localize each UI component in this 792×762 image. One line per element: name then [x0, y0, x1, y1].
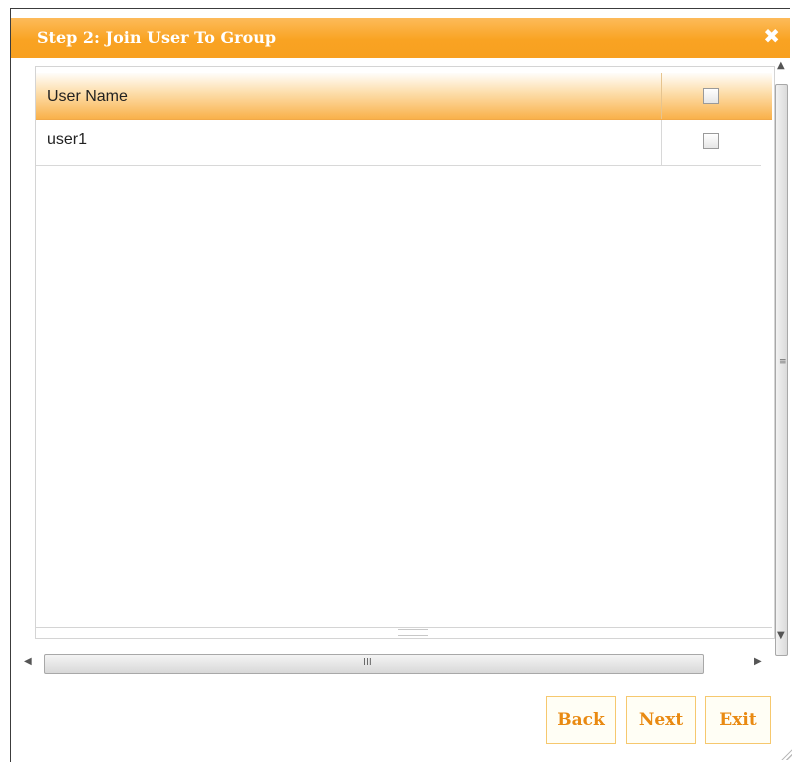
exit-button[interactable]: Exit: [705, 696, 771, 744]
row-checkbox[interactable]: [703, 133, 719, 149]
grid-footer-divider: [36, 627, 772, 628]
table-row[interactable]: user1: [36, 120, 761, 166]
scroll-up-icon[interactable]: ▲: [777, 60, 785, 71]
vertical-scrollbar[interactable]: ▲ ≡ ▼: [773, 60, 791, 656]
grip-icon: ≡: [779, 357, 787, 367]
user-name-cell: user1: [47, 131, 88, 148]
dialog-border-left: [10, 8, 11, 762]
horizontal-scrollbar[interactable]: ◀ III ▶: [24, 654, 772, 674]
scroll-right-icon[interactable]: ▶: [754, 656, 762, 667]
grip-icon: III: [363, 657, 372, 668]
close-icon[interactable]: ✖: [763, 24, 780, 48]
resize-grip-icon[interactable]: [780, 748, 792, 760]
user-grid: User Name user1: [35, 66, 775, 639]
scroll-left-icon[interactable]: ◀: [24, 656, 32, 667]
grid-header: User Name: [36, 73, 772, 120]
dialog-border-top: [10, 8, 790, 9]
grid-resize-grip[interactable]: [398, 629, 428, 636]
column-divider: [661, 120, 662, 165]
vertical-scroll-thumb[interactable]: ≡: [775, 84, 788, 656]
column-divider: [661, 73, 662, 119]
select-all-checkbox[interactable]: [703, 88, 719, 104]
next-button[interactable]: Next: [626, 696, 696, 744]
dialog-title: Step 2: Join User To Group: [37, 28, 277, 47]
back-button[interactable]: Back: [546, 696, 616, 744]
horizontal-scroll-thumb[interactable]: III: [44, 654, 704, 674]
column-header-user-name[interactable]: User Name: [47, 88, 128, 106]
dialog-title-bar[interactable]: Step 2: Join User To Group ✖: [11, 18, 790, 58]
scroll-down-icon[interactable]: ▼: [777, 630, 785, 641]
